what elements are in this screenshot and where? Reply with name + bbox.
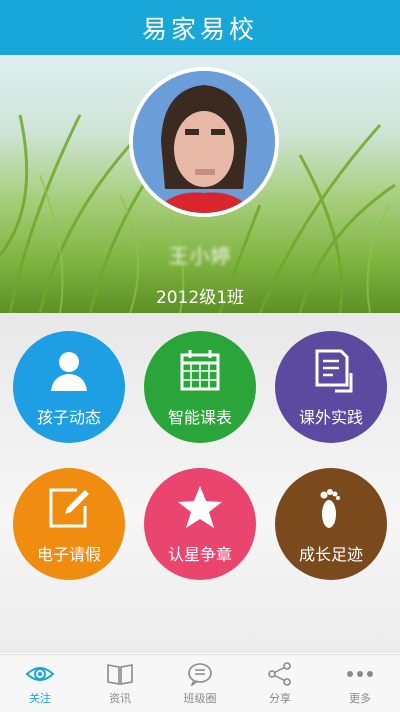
tile-label: 智能课表 <box>167 408 232 427</box>
edit-note-icon <box>49 488 89 528</box>
person-icon <box>51 352 87 391</box>
profile-header: 王小婷 2012级1班 <box>0 55 400 313</box>
tile-label: 电子请假 <box>36 545 101 564</box>
child-activity-button[interactable]: 孩子动态 <box>13 331 125 443</box>
tab-class-circle[interactable]: 班级圈 <box>160 655 240 712</box>
tile-label: 课外实践 <box>298 408 363 427</box>
student-avatar[interactable] <box>129 67 279 217</box>
book-icon <box>107 664 133 685</box>
footprint-icon <box>320 489 340 528</box>
star-badge-button[interactable]: 认星争章 <box>144 468 256 580</box>
tab-news[interactable]: 资讯 <box>80 655 160 712</box>
bottom-nav: 关注 资讯 班级圈 分享 更多 <box>0 654 400 712</box>
feature-grid: 孩子动态 智能课表 课外实践 电子请假 认星争章 成长足迹 <box>0 313 400 653</box>
tab-label: 关注 <box>29 692 51 705</box>
star-icon <box>178 486 222 528</box>
extracurricular-practice-button[interactable]: 课外实践 <box>275 331 387 443</box>
document-icon <box>315 349 353 393</box>
more-dots-icon <box>347 671 373 677</box>
student-name: 王小婷 <box>168 244 232 268</box>
tile-label: 认星争章 <box>167 545 232 564</box>
tab-label: 资讯 <box>109 692 131 705</box>
student-photo <box>133 71 275 213</box>
tab-label: 更多 <box>349 692 371 705</box>
tab-follow[interactable]: 关注 <box>0 655 80 712</box>
leave-request-button[interactable]: 电子请假 <box>13 468 125 580</box>
chat-bubble-icon <box>188 663 212 686</box>
calendar-icon <box>180 350 220 391</box>
tab-more[interactable]: 更多 <box>320 655 400 712</box>
smart-schedule-button[interactable]: 智能课表 <box>144 331 256 443</box>
tab-share[interactable]: 分享 <box>240 655 320 712</box>
tab-label: 班级圈 <box>183 692 217 705</box>
tab-label: 分享 <box>269 692 291 705</box>
app-title: 易家易校 <box>141 14 258 44</box>
app-title-bar: 易家易校 <box>0 0 400 55</box>
tile-label: 孩子动态 <box>36 408 101 427</box>
growth-footprint-button[interactable]: 成长足迹 <box>275 468 387 580</box>
student-class: 2012级1班 <box>155 288 245 308</box>
share-icon <box>268 662 291 686</box>
eye-icon <box>25 667 55 681</box>
tile-label: 成长足迹 <box>298 545 363 564</box>
